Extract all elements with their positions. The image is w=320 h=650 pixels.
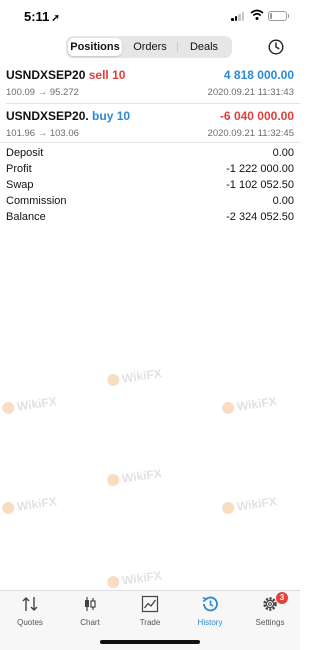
summary-value: 0.00: [272, 195, 294, 207]
watermark-logo-icon: [106, 575, 120, 589]
summary-row-commission: Commission 0.00: [0, 195, 300, 211]
trade-icon: [141, 595, 159, 613]
watermark: WikiFX: [221, 394, 278, 416]
watermark: WikiFX: [1, 394, 58, 416]
summary-row-deposit: Deposit 0.00: [0, 147, 300, 163]
quotes-icon: [22, 597, 38, 611]
section-divider: [0, 142, 300, 143]
nav-label: Quotes: [17, 618, 43, 627]
position-symbol: USNDXSEP20 sell 10: [6, 68, 126, 82]
summary-value: -1 222 000.00: [226, 163, 294, 175]
summary-value: 0.00: [272, 147, 294, 159]
position-prices: 101.96 → 103.06: [6, 128, 79, 139]
summary-row-profit: Profit -1 222 000.00: [0, 163, 300, 179]
home-indicator: [100, 640, 200, 644]
position-date: 2020.09.21 11:31:43: [207, 87, 294, 98]
position-profit: -6 040 000.00: [219, 109, 294, 123]
battery-icon: [268, 11, 289, 21]
status-time: 5:11 ➚: [24, 9, 60, 24]
position-date: 2020.09.21 11:32:45: [207, 128, 294, 139]
wifi-icon: [250, 9, 264, 20]
nav-trade[interactable]: Trade: [120, 595, 180, 631]
position-row[interactable]: USNDXSEP20. buy 10 -6 040 000.00 101.96 …: [0, 109, 300, 151]
row-divider: [6, 103, 300, 104]
nav-quotes[interactable]: Quotes: [0, 595, 60, 631]
nav-history[interactable]: History: [180, 595, 240, 631]
summary-row-balance: Balance -2 324 052.50: [0, 211, 300, 227]
position-symbol: USNDXSEP20. buy 10: [6, 109, 131, 123]
chart-icon: [85, 597, 96, 611]
nav-label: History: [197, 618, 223, 627]
watermark: WikiFX: [106, 466, 163, 488]
nav-settings[interactable]: 3 Settings: [240, 592, 300, 631]
summary-label: Profit: [6, 163, 32, 175]
tab-deals[interactable]: Deals: [178, 38, 230, 56]
watermark-logo-icon: [221, 401, 235, 415]
status-bar: 5:11 ➚: [0, 0, 300, 34]
tab-orders[interactable]: Orders: [124, 38, 176, 56]
position-type: sell 10: [88, 68, 126, 82]
nav-label: Trade: [139, 618, 161, 627]
watermark-logo-icon: [221, 501, 235, 515]
summary-value: -2 324 052.50: [226, 211, 294, 223]
summary-label: Commission: [6, 195, 67, 207]
watermark-logo-icon: [106, 373, 120, 387]
cellular-signal-icon: [231, 11, 245, 21]
summary-row-swap: Swap -1 102 052.50: [0, 179, 300, 195]
watermark-logo-icon: [1, 501, 15, 515]
summary-label: Balance: [6, 211, 46, 223]
nav-chart[interactable]: Chart: [60, 595, 120, 631]
summary-label: Swap: [6, 179, 34, 191]
location-arrow-icon: ➚: [51, 13, 60, 24]
watermark: WikiFX: [106, 366, 163, 388]
history-icon: [202, 596, 218, 612]
account-summary: Deposit 0.00 Profit -1 222 000.00 Swap -…: [0, 147, 300, 227]
watermark: WikiFX: [106, 568, 163, 590]
summary-label: Deposit: [6, 147, 44, 159]
position-type: buy 10: [92, 109, 131, 123]
position-profit: 4 818 000.00: [223, 68, 294, 82]
clock-icon[interactable]: [268, 39, 284, 55]
summary-value: -1 102 052.50: [226, 179, 294, 191]
notification-badge: 3: [276, 592, 288, 604]
nav-label: Chart: [80, 618, 100, 627]
tab-positions[interactable]: Positions: [68, 38, 122, 56]
position-prices: 100.09 → 95.272: [6, 87, 79, 98]
tab-bar: Positions Orders Deals: [66, 36, 232, 58]
nav-label: Settings: [255, 618, 285, 627]
watermark: WikiFX: [221, 494, 278, 516]
watermark-logo-icon: [1, 401, 15, 415]
watermark-logo-icon: [106, 473, 120, 487]
watermark: WikiFX: [1, 494, 58, 516]
